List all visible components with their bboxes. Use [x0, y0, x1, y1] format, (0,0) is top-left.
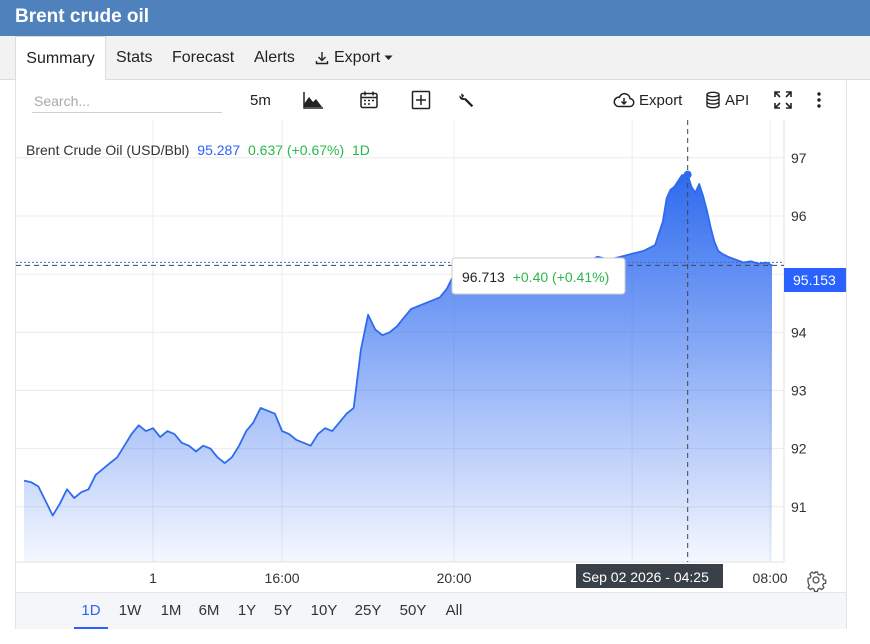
period-6m[interactable]: 6M — [194, 593, 224, 627]
period-10y[interactable]: 10Y — [306, 593, 342, 627]
tooltip: 96.713 +0.40 (+0.41%) — [451, 257, 626, 295]
tab-alerts[interactable]: Alerts — [254, 36, 295, 79]
period-5y[interactable]: 5Y — [268, 593, 298, 627]
page-title: Brent crude oil — [15, 6, 150, 27]
y-tick-label: 97 — [791, 150, 807, 166]
tab-export[interactable]: Export — [314, 36, 393, 79]
svg-text:Brent Crude Oil (USD/Bbl): Brent Crude Oil (USD/Bbl) 95.287 0.637 (… — [26, 142, 370, 158]
crosshair-time-label: Sep 02 2026 - 04:25 — [582, 569, 709, 585]
hover-point — [683, 170, 692, 179]
y-tick-label: 91 — [791, 499, 807, 515]
legend-period: 1D — [352, 142, 370, 158]
period-1m[interactable]: 1M — [156, 593, 186, 627]
y-tick-label: 94 — [791, 324, 807, 340]
tooltip-value: 96.713 — [462, 269, 505, 285]
price-chart[interactable]: 91929394959697 116:0020:00208:00 Brent C… — [16, 80, 846, 592]
last-price-tag: 95.153 — [784, 268, 846, 292]
tab-summary[interactable]: Summary — [15, 36, 106, 81]
tab-bar: Summary Stats Forecast Alerts Export — [0, 36, 870, 81]
x-tick-label: 1 — [149, 570, 157, 586]
period-25y[interactable]: 25Y — [350, 593, 386, 627]
download-icon — [315, 51, 329, 64]
legend-name: Brent Crude Oil (USD/Bbl) — [26, 142, 189, 158]
period-1d[interactable]: 1D — [74, 593, 108, 629]
tab-stats[interactable]: Stats — [116, 36, 152, 79]
period-1y[interactable]: 1Y — [232, 593, 262, 627]
legend-change: 0.637 (+0.67%) — [248, 142, 344, 158]
gear-icon — [807, 571, 827, 592]
period-selector: 1D 1W 1M 6M 1Y 5Y 10Y 25Y 50Y All — [16, 592, 846, 629]
period-all[interactable]: All — [439, 593, 469, 627]
y-tick-label: 92 — [791, 441, 807, 457]
chart-settings-button[interactable] — [807, 571, 827, 592]
svg-text:96.713 +0.40 (+0.41%): 96.713 +0.40 (+0.41%) — [462, 269, 609, 285]
y-tick-label: 96 — [791, 208, 807, 224]
tooltip-change: +0.40 (+0.41%) — [513, 269, 610, 285]
tab-export-label: Export — [334, 49, 381, 66]
period-50y[interactable]: 50Y — [395, 593, 431, 627]
x-tick-label: 16:00 — [265, 570, 300, 586]
last-price-label: 95.153 — [793, 272, 836, 288]
caret-down-icon — [384, 55, 393, 60]
legend: Brent Crude Oil (USD/Bbl) 95.287 0.637 (… — [26, 142, 370, 158]
legend-price: 95.287 — [197, 142, 240, 158]
tab-forecast[interactable]: Forecast — [172, 36, 234, 79]
crosshair-time-tag: Sep 02 2026 - 04:25 — [576, 564, 723, 588]
x-tick-label: 20:00 — [437, 570, 472, 586]
period-1w[interactable]: 1W — [115, 593, 145, 627]
title-bar: Brent crude oil — [0, 0, 870, 36]
x-tick-label: 08:00 — [753, 570, 788, 586]
chart-panel: 5m Export API — [15, 80, 847, 629]
y-tick-label: 93 — [791, 382, 807, 398]
